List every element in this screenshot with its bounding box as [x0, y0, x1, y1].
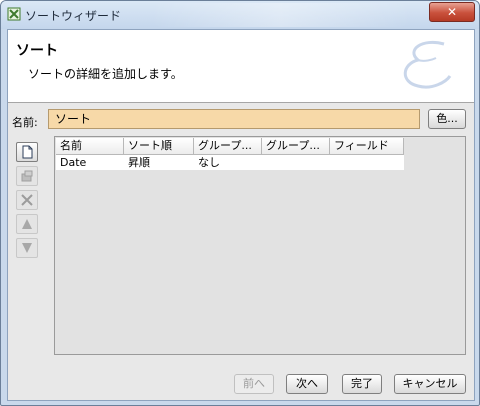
page-title: ソート	[16, 43, 58, 59]
column-header-group-2[interactable]: グループ...	[262, 138, 330, 155]
delete-icon	[21, 194, 33, 206]
back-button[interactable]: 前へ	[234, 374, 274, 394]
color-button[interactable]: 色...	[428, 109, 466, 129]
wizard-app-icon	[7, 7, 21, 21]
page-subtitle: ソートの詳細を追加します。	[28, 67, 183, 81]
cancel-button[interactable]: キャンセル	[394, 374, 466, 394]
column-header-field[interactable]: フィールド	[330, 138, 404, 155]
cell-name: Date	[56, 155, 124, 170]
sort-table: 名前 ソート順 グループ... グループ... フィールド Date 昇順 なし	[56, 138, 404, 170]
column-header-name[interactable]: 名前	[56, 138, 124, 155]
move-up-button[interactable]	[16, 214, 38, 234]
finish-button[interactable]: 完了	[342, 374, 382, 394]
cell-sort-order: 昇順	[124, 155, 194, 170]
new-sort-button[interactable]	[16, 142, 38, 162]
wizard-header: ソート ソートの詳細を追加します。	[8, 30, 474, 103]
new-document-icon	[22, 145, 33, 159]
sort-wizard-window: ソートウィザード ✕ ソート ソートの詳細を追加します。 名前: ソート 色..…	[0, 0, 480, 406]
close-button[interactable]: ✕	[429, 2, 475, 22]
cell-group-2	[262, 155, 330, 170]
window-title: ソートウィザード	[25, 9, 122, 23]
wizard-client-area: ソート ソートの詳細を追加します。 名前: ソート 色... 名前 ソート順 グ…	[7, 29, 475, 401]
title-bar: ソートウィザード ✕	[1, 1, 479, 29]
cell-group-1: なし	[194, 155, 262, 170]
name-input[interactable]: ソート	[48, 109, 420, 129]
move-down-button[interactable]	[16, 238, 38, 258]
column-header-group-1[interactable]: グループ...	[194, 138, 262, 155]
move-down-icon	[22, 243, 32, 253]
name-label: 名前:	[12, 116, 38, 129]
title-bar-decoration	[151, 3, 411, 27]
cell-field	[330, 155, 404, 170]
sort-table-area: 名前 ソート順 グループ... グループ... フィールド Date 昇順 なし	[54, 136, 466, 355]
wizard-logo-icon	[403, 41, 452, 89]
next-button[interactable]: 次へ	[286, 374, 328, 394]
properties-button[interactable]	[16, 166, 38, 186]
move-up-icon	[22, 219, 32, 229]
delete-button[interactable]	[16, 190, 38, 210]
table-header-row: 名前 ソート順 グループ... グループ... フィールド	[56, 138, 404, 155]
properties-icon	[21, 170, 33, 182]
table-row[interactable]: Date 昇順 なし	[56, 155, 404, 170]
column-header-sort-order[interactable]: ソート順	[124, 138, 194, 155]
